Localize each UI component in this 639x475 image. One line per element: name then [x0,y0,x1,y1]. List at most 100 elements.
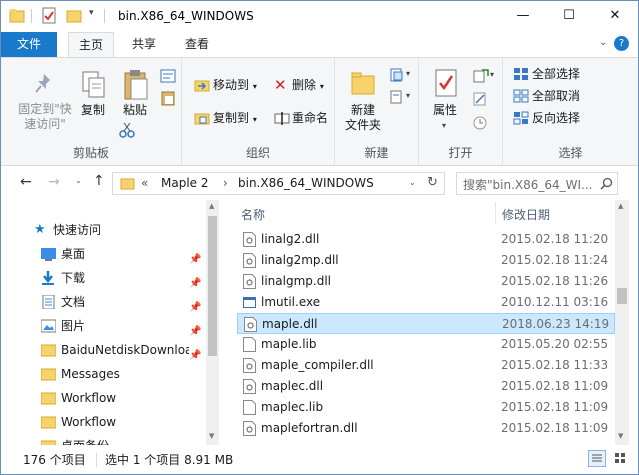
breadcrumb-current[interactable]: bin.X86_64_WINDOWS [238,176,374,190]
new-folder-button[interactable]: 新建 文件夹 [339,103,387,133]
nav-item-workflow-2[interactable]: Workflow [1,410,206,434]
new-item-dropdown-icon[interactable]: ▾ [406,69,410,78]
sort-arrow-icon: ^ [357,200,365,207]
quick-access-node[interactable]: ★ 快速访问 [1,218,206,242]
tab-view[interactable]: 查看 [174,32,220,57]
tab-share[interactable]: 共享 [121,32,167,57]
recent-locations-icon[interactable]: ⌄ [75,176,82,185]
cut-icon[interactable] [119,122,135,138]
tab-file[interactable]: 文件 [1,32,57,57]
properties-quick-icon[interactable] [41,7,57,25]
paste-shortcut-icon[interactable] [160,90,176,106]
nav-item-workflow[interactable]: Workflow [1,386,206,410]
minimize-button[interactable]: — [500,1,546,31]
file-row[interactable]: linalg2mp.dll 2015.02.18 11:24 [237,250,615,271]
file-date: 2015.02.18 11:09 [501,421,609,435]
pin-quick-access-button[interactable]: 固定到"快 速访问" [7,102,83,132]
maximize-button[interactable]: ☐ [546,1,592,31]
back-arrow-icon[interactable]: ← [20,174,32,190]
up-arrow-icon[interactable]: ↑ [93,173,105,189]
file-row[interactable]: linalgmp.dll 2015.02.18 11:26 [237,271,615,292]
open-icon[interactable] [473,68,489,84]
nav-pane-scrollbar[interactable]: ▲ ▼ [206,200,219,445]
new-folder-quick-icon[interactable] [66,7,82,25]
properties-button[interactable]: 属性 [433,103,457,118]
forward-arrow-icon[interactable]: → [48,174,60,190]
file-date: 2010.12.11 03:16 [501,295,609,309]
easy-access-dropdown-icon[interactable]: ▾ [406,91,410,100]
column-header-name[interactable]: 名称 [241,206,265,223]
invert-selection-button[interactable]: 反向选择 [532,111,580,126]
file-row[interactable]: maple.lib 2015.05.20 02:55 [237,334,615,355]
nav-item-baidunetdisk[interactable]: BaiduNetdiskDownload 📌 [1,338,206,362]
nav-item-desktop[interactable]: 桌面 📌 [1,242,206,266]
file-name: maple.lib [261,337,317,351]
breadcrumb-maple2[interactable]: Maple 2 [161,176,209,190]
delete-button[interactable]: 删除 ▾ [292,78,324,94]
help-icon[interactable]: ? [614,36,629,51]
nav-item-label: 下载 [61,271,86,285]
pin-icon [35,74,50,93]
file-row[interactable]: maplefortran.dll 2015.02.18 11:09 [237,418,615,439]
details-view-button[interactable] [588,450,606,467]
folder-icon [41,368,56,381]
scroll-thumb[interactable] [208,216,217,356]
file-name: linalg2.dll [261,232,320,246]
select-none-button[interactable]: 全部取消 [532,89,580,104]
qa-dropdown-icon[interactable]: ▾ [89,8,94,26]
scroll-down-icon[interactable]: ▼ [209,432,214,440]
history-icon[interactable] [473,116,487,130]
folder-icon [120,178,135,190]
file-row[interactable]: maple_compiler.dll 2015.02.18 11:33 [237,355,615,376]
properties-dropdown-icon[interactable]: ▾ [442,121,446,130]
copy-to-button[interactable]: 复制到 ▾ [213,111,257,127]
clipboard-group: 固定到"快 速访问" 复制 粘贴 剪贴板 [1,58,182,165]
file-list: ^ 名称 修改日期 linalg2.dll 2015.02.18 11:20 lin… [223,200,615,445]
organize-group: 移动到 ▾ 复制到 ▾ ✕ 删除 ▾ 重命名 组织 [182,58,335,165]
move-to-label: 移动到 [213,78,250,92]
address-dropdown-icon[interactable]: ⌄ [409,178,416,187]
file-row[interactable]: linalg2.dll 2015.02.18 11:20 [237,229,615,250]
clipboard-group-label: 剪贴板 [72,146,109,160]
copy-path-icon[interactable] [160,69,176,83]
open-dropdown-icon[interactable]: ▾ [490,70,494,79]
copy-button[interactable]: 复制 [81,103,105,118]
new-item-icon[interactable] [390,68,404,82]
status-bar: 176 个项目 选中 1 个项目 8.91 MB [1,445,638,474]
easy-access-icon[interactable] [390,90,404,104]
file-row[interactable]: lmutil.exe 2010.12.11 03:16 [237,292,615,313]
file-row[interactable]: maplec.dll 2015.02.18 11:09 [237,376,615,397]
scroll-up-icon[interactable]: ▲ [618,202,623,210]
ribbon-collapse-icon[interactable]: ⌄ [599,37,607,48]
scroll-down-icon[interactable]: ▼ [618,432,623,440]
scroll-up-icon[interactable]: ▲ [209,202,214,210]
file-list-scrollbar[interactable]: ▲ ▼ [615,200,629,445]
column-header-date[interactable]: 修改日期 [502,206,550,223]
nav-item-downloads[interactable]: 下载 📌 [1,266,206,290]
file-name: maplec.dll [261,379,324,393]
nav-item-messages[interactable]: Messages [1,362,206,386]
delete-icon: ✕ [274,76,287,94]
large-icons-view-button[interactable] [612,450,630,467]
file-row[interactable]: maplec.lib 2015.02.18 11:09 [237,397,615,418]
delete-label: 删除 [292,78,317,92]
tab-home[interactable]: 主页 [68,32,114,58]
refresh-icon[interactable]: ↻ [427,175,438,190]
nav-item-pictures[interactable]: 图片 📌 [1,314,206,338]
move-to-button[interactable]: 移动到 ▾ [213,78,257,94]
search-icon[interactable] [600,177,613,190]
file-name: maple.dll [262,317,318,331]
scroll-thumb[interactable] [617,288,627,304]
close-button[interactable]: ✕ [592,1,638,31]
breadcrumb-overflow[interactable]: « [141,176,148,190]
search-box[interactable]: 搜索"bin.X86_64_WI... [456,172,618,195]
address-bar[interactable]: « Maple 2 › bin.X86_64_WINDOWS ⌄ ↻ [112,172,445,195]
navigation-pane: ★ 快速访问 桌面 📌 下载 📌 文档 📌 图片 📌 BaiduNetdiskD… [1,200,219,453]
pin-label-line1: 固定到"快 [18,102,72,116]
paste-button[interactable]: 粘贴 [123,103,147,118]
select-all-button[interactable]: 全部选择 [532,67,580,82]
rename-button[interactable]: 重命名 [292,111,328,126]
file-row[interactable]: maple.dll 2018.06.23 14:19 [237,313,615,334]
edit-icon[interactable] [473,92,487,106]
nav-item-documents[interactable]: 文档 📌 [1,290,206,314]
